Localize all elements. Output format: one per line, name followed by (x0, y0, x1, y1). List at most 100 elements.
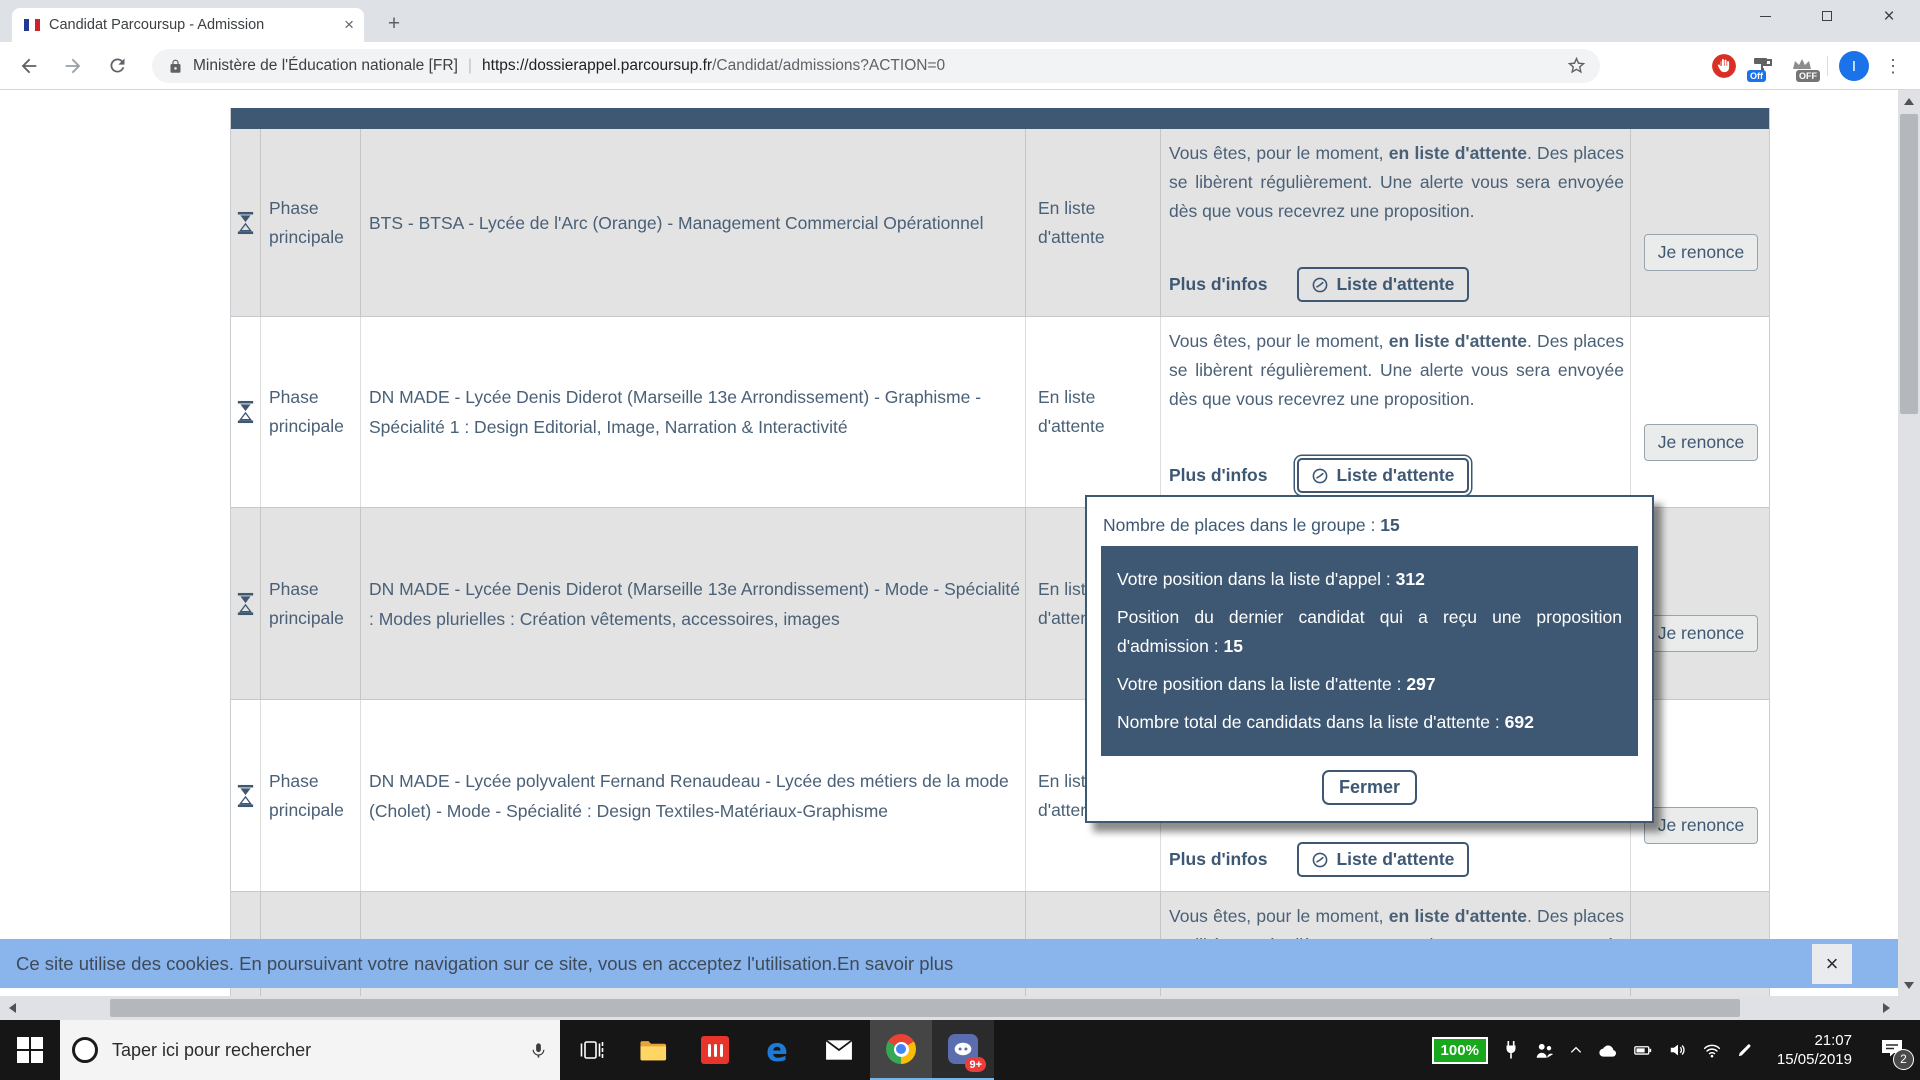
table-row: Phase principale DN MADE - Lycée Denis D… (231, 317, 1769, 508)
liste-attente-button[interactable]: Liste d'attente (1297, 267, 1469, 302)
url-path: /Candidat/admissions?ACTION=0 (712, 57, 945, 75)
message-cell: Vous êtes, pour le moment, en liste d'at… (1161, 129, 1631, 316)
formation-label: DN MADE - Lycée polyvalent Fernand Renau… (361, 766, 1025, 826)
je-renonce-button[interactable]: Je renonce (1644, 807, 1759, 844)
close-window-button[interactable]: × (1858, 0, 1920, 32)
extension-crown-button[interactable]: OFF (1788, 52, 1816, 80)
cookie-banner: Ce site utilise des cookies. En poursuiv… (0, 939, 1898, 988)
stat-position-appel: Votre position dans la liste d'appel : 3… (1117, 565, 1622, 594)
star-icon (1566, 55, 1587, 76)
speaker-icon (1668, 1041, 1688, 1059)
power-plug-button[interactable] (1502, 1040, 1520, 1060)
tab-title: Candidat Parcoursup - Admission (49, 17, 338, 33)
network-button[interactable] (1702, 1041, 1722, 1059)
plus-infos-link[interactable]: Plus d'infos (1169, 849, 1267, 870)
volume-button[interactable] (1668, 1041, 1688, 1059)
fermer-button[interactable]: Fermer (1322, 770, 1417, 805)
phase-label: Phase principale (261, 767, 360, 825)
chrome-button[interactable] (870, 1020, 932, 1080)
adblock-extension-button[interactable] (1710, 52, 1738, 80)
discord-button[interactable]: 9+ (932, 1020, 994, 1080)
triangle-down-icon (1904, 982, 1914, 989)
reload-button[interactable] (102, 51, 132, 81)
je-renonce-button[interactable]: Je renonce (1644, 615, 1759, 652)
clock-icon (1312, 852, 1328, 868)
cookie-close-button[interactable]: × (1812, 944, 1852, 984)
horizontal-scrollbar[interactable] (0, 996, 1920, 1020)
cortana-icon (72, 1037, 98, 1063)
chrome-icon (886, 1034, 916, 1064)
forward-button[interactable] (58, 51, 88, 81)
stat-position-attente: Votre position dans la liste d'attente :… (1117, 670, 1622, 699)
tab-close-icon[interactable]: × (344, 15, 354, 35)
folder-icon (639, 1038, 667, 1062)
clock-date: 15/05/2019 (1777, 1050, 1852, 1069)
start-button[interactable] (0, 1020, 60, 1080)
taskbar-search-input[interactable]: Taper ici pour rechercher (60, 1020, 560, 1080)
toolbar-right-icons: Off OFF I ⋮ (1710, 42, 1920, 90)
formation-label: DN MADE - Lycée Denis Diderot (Marseille… (361, 574, 1025, 634)
chrome-menu-button[interactable]: ⋮ (1880, 56, 1906, 77)
clock-icon (1312, 468, 1328, 484)
edge-button[interactable]: e (746, 1020, 808, 1080)
pen-settings-button[interactable] (1736, 1042, 1753, 1059)
battery-percent-indicator[interactable]: 100% (1432, 1037, 1488, 1064)
maximize-button[interactable] (1796, 0, 1858, 32)
new-tab-button[interactable]: + (380, 10, 408, 38)
horizontal-scroll-track[interactable] (24, 996, 1874, 1020)
browser-tab[interactable]: Candidat Parcoursup - Admission × (12, 8, 364, 42)
je-renonce-button[interactable]: Je renonce (1644, 424, 1759, 461)
ev-certificate-label: Ministère de l'Éducation nationale [FR] (193, 57, 458, 75)
vertical-scrollbar[interactable] (1898, 90, 1920, 996)
system-tray: 100% 21:07 15/05/2019 2 (1432, 1020, 1920, 1080)
scroll-down-button[interactable] (1898, 974, 1920, 996)
edge-icon: e (766, 1031, 788, 1069)
onedrive-button[interactable] (1598, 1042, 1618, 1058)
waitlist-status-cell (231, 317, 261, 507)
status-label: En liste d'attente (1026, 383, 1160, 441)
action-center-button[interactable]: 2 (1880, 1037, 1904, 1064)
triangle-up-icon (1904, 98, 1914, 105)
red-bars-app-button[interactable] (684, 1020, 746, 1080)
reload-icon (107, 55, 128, 76)
battery-tray-button[interactable] (1632, 1041, 1654, 1059)
vertical-scroll-thumb[interactable] (1900, 114, 1918, 414)
notification-count-badge: 2 (1893, 1049, 1914, 1070)
je-renonce-button[interactable]: Je renonce (1644, 234, 1759, 271)
address-bar[interactable]: Ministère de l'Éducation nationale [FR] … (152, 49, 1600, 83)
formation-label: BTS - BTSA - Lycée de l'Arc (Orange) - M… (361, 208, 987, 238)
liste-attente-button-focused[interactable]: Liste d'attente (1297, 458, 1469, 493)
mail-button[interactable] (808, 1020, 870, 1080)
window-controls: × (1734, 0, 1920, 32)
plus-infos-link[interactable]: Plus d'infos (1169, 465, 1267, 486)
liste-attente-button[interactable]: Liste d'attente (1297, 842, 1469, 877)
hourglass-icon (237, 592, 254, 616)
plus-infos-link[interactable]: Plus d'infos (1169, 274, 1267, 295)
profile-avatar[interactable]: I (1839, 51, 1869, 81)
mail-icon (825, 1039, 853, 1061)
cookie-link[interactable]: En savoir plus (837, 953, 953, 975)
scroll-up-button[interactable] (1898, 90, 1920, 112)
microphone-icon[interactable] (529, 1041, 548, 1060)
formation-label: DN MADE - Lycée Denis Diderot (Marseille… (361, 382, 1025, 442)
toolbar-divider (1827, 56, 1828, 76)
back-button[interactable] (14, 51, 44, 81)
url-separator: | (468, 57, 472, 75)
red-bars-app-icon (701, 1036, 729, 1064)
battery-icon (1632, 1041, 1654, 1059)
extension-roller-button[interactable]: Off (1749, 52, 1777, 80)
scroll-left-button[interactable] (0, 996, 24, 1020)
task-view-button[interactable] (560, 1020, 622, 1080)
horizontal-scroll-thumb[interactable] (110, 999, 1740, 1017)
extension-off-badge: OFF (1796, 70, 1820, 82)
people-button[interactable] (1534, 1040, 1554, 1060)
maximize-icon (1822, 11, 1832, 21)
lock-icon (168, 59, 183, 74)
tray-expand-button[interactable] (1568, 1042, 1584, 1058)
minimize-button[interactable] (1734, 0, 1796, 32)
scroll-right-button[interactable] (1874, 996, 1898, 1020)
file-explorer-button[interactable] (622, 1020, 684, 1080)
taskbar-clock[interactable]: 21:07 15/05/2019 (1777, 1031, 1852, 1069)
bookmark-star-button[interactable] (1566, 55, 1587, 81)
waitlist-message: Vous êtes, pour le moment, en liste d'at… (1169, 139, 1624, 226)
